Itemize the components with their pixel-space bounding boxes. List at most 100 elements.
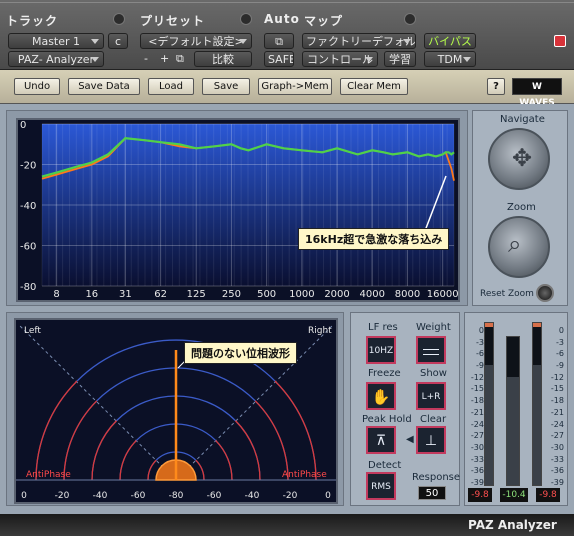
map-menu-icon[interactable]: [404, 13, 416, 25]
weight-label: Weight: [416, 322, 451, 333]
track-selector[interactable]: Master 1: [8, 33, 104, 49]
spectrum-x-tick: 8000: [395, 289, 420, 300]
meter-right-fill: [533, 365, 541, 485]
meter-scale-tick: 0: [478, 326, 484, 335]
meter-scale-tick: -39: [550, 478, 564, 487]
show-button[interactable]: L+R: [416, 382, 446, 410]
phase-red-arc: [274, 380, 317, 481]
meter-scale-tick: -33: [550, 454, 564, 464]
clear-label: Clear: [420, 414, 447, 425]
meter-scale-tick: -18: [550, 396, 564, 406]
antiphase-left-label: AntiPhase: [26, 470, 71, 480]
spectrum-callout: 16kHz超で急激な落ち込み: [298, 228, 450, 250]
peak-hold-button[interactable]: ⊼: [366, 426, 396, 454]
close-icon[interactable]: [554, 35, 566, 47]
meter-scale-tick: -30: [550, 442, 564, 452]
load-button[interactable]: Load: [148, 78, 194, 95]
spectrum-x-tick: 250: [222, 289, 241, 300]
meter-left-fill: [485, 365, 493, 485]
plugin-name: PAZ- Analyzer: [17, 53, 95, 66]
meter-center: [506, 336, 520, 486]
spectrum-y-tick: -40: [20, 201, 36, 212]
meter-scale-tick: -12: [470, 372, 484, 382]
map-label: マップ: [304, 14, 344, 28]
detect-label: Detect: [368, 460, 402, 471]
meter-right-readout: -9.8: [536, 488, 560, 502]
automation-window-button[interactable]: ⧉: [264, 33, 294, 49]
meter-scale-tick: -21: [550, 407, 564, 417]
help-button[interactable]: ?: [487, 78, 505, 95]
track-menu-icon[interactable]: [113, 13, 125, 25]
zoom-label: Zoom: [507, 202, 536, 213]
meter-scale-right: 0 -3 -6 -9 -12 -15 -18 -21 -24 -27 -30 -33 -36 -39: [546, 326, 564, 487]
analyzer-body: 0 -20 -40 -60 -80 8 16 31 62 125 250 500 1000 2000 400…: [0, 104, 574, 536]
spectrum-x-tick: 8: [53, 289, 59, 300]
clear-icon: ⊥: [424, 433, 438, 449]
safe-button[interactable]: SAFE: [264, 51, 294, 67]
detect-button[interactable]: RMS: [366, 472, 396, 500]
weight-button[interactable]: [416, 336, 446, 364]
preset-menu-icon[interactable]: [240, 13, 252, 25]
track-label: トラック: [6, 14, 59, 28]
phase-red-arc: [254, 400, 289, 481]
freeze-button[interactable]: ✋: [366, 382, 396, 410]
copy-icon[interactable]: ⧉: [176, 52, 184, 66]
compare-button[interactable]: 比較: [194, 51, 252, 67]
save-button[interactable]: Save: [202, 78, 250, 95]
meter-scale-tick: 0: [558, 326, 564, 335]
move-arrows-icon: ✥: [512, 144, 533, 172]
lf-res-button[interactable]: 10HZ: [366, 336, 396, 364]
control-selector[interactable]: コントロール: [302, 51, 378, 67]
meter-scale-tick: -15: [470, 384, 484, 394]
plugin-selector[interactable]: PAZ- Analyzer: [8, 51, 104, 67]
spectrum-x-tick: 16: [85, 289, 98, 300]
graph-to-mem-button[interactable]: Graph->Mem: [258, 78, 332, 95]
spectrum-y-tick: -60: [20, 242, 36, 253]
preset-next-button[interactable]: +: [160, 52, 169, 65]
learn-button[interactable]: 学習: [384, 51, 416, 67]
waves-w-icon: W: [532, 82, 542, 92]
navigate-pad[interactable]: ✥: [488, 128, 550, 190]
phase-scale-tick: -20: [283, 491, 298, 501]
lf-res-label: LF res: [368, 322, 398, 333]
meter-scale-tick: -27: [550, 431, 564, 441]
spectrum-x-tick: 125: [187, 289, 206, 300]
spectrum-x-tick: 1000: [289, 289, 314, 300]
clear-mem-button[interactable]: Clear Mem: [340, 78, 408, 95]
meter-scale-tick: -36: [550, 466, 564, 476]
zoom-pad[interactable]: ⌕: [488, 216, 550, 278]
preset-prev-button[interactable]: -: [144, 52, 148, 65]
phase-red-arc: [35, 380, 78, 481]
clear-button[interactable]: ⊥: [416, 426, 446, 454]
reset-zoom-button[interactable]: [536, 284, 554, 302]
factory-default-selector[interactable]: ファクトリーデフォルト: [302, 33, 416, 49]
phase-red-arc: [91, 420, 118, 481]
navigate-label: Navigate: [500, 114, 545, 125]
phase-scale-tick: -60: [131, 491, 146, 501]
factory-default-value: ファクトリーデフォルト: [306, 35, 416, 48]
format-selector[interactable]: TDM: [424, 51, 476, 67]
bypass-button[interactable]: バイパス: [424, 33, 476, 49]
meter-center-fill: [507, 376, 519, 485]
meter-scale-tick: -15: [550, 384, 564, 394]
meter-scale-tick: -27: [470, 431, 484, 441]
undo-button[interactable]: Undo: [14, 78, 60, 95]
track-channel-button[interactable]: c: [108, 33, 128, 49]
response-field[interactable]: 50: [418, 486, 446, 500]
waves-logo: W WAVES: [512, 78, 562, 108]
meter-scale-tick: -39: [470, 478, 484, 487]
phase-scale-tick: -60: [207, 491, 222, 501]
window-icon: ⧉: [275, 35, 283, 48]
spectrum-x-tick: 500: [257, 289, 276, 300]
phase-scale-tick: -20: [55, 491, 70, 501]
magnifier-icon: ⌕: [508, 230, 522, 258]
waves-toolbar: Undo Save Data Load Save Graph->Mem Clea…: [0, 70, 574, 108]
meter-right: [532, 322, 542, 486]
save-data-button[interactable]: Save Data: [68, 78, 140, 95]
format-value: TDM: [437, 53, 463, 66]
preset-selector[interactable]: <デフォルト設定>: [140, 33, 252, 49]
meter-right-peak: [533, 323, 541, 327]
meter-center-readout: -10.4: [500, 488, 528, 502]
meter-scale-tick: -36: [470, 466, 484, 476]
meter-scale-tick: -3: [556, 337, 564, 347]
